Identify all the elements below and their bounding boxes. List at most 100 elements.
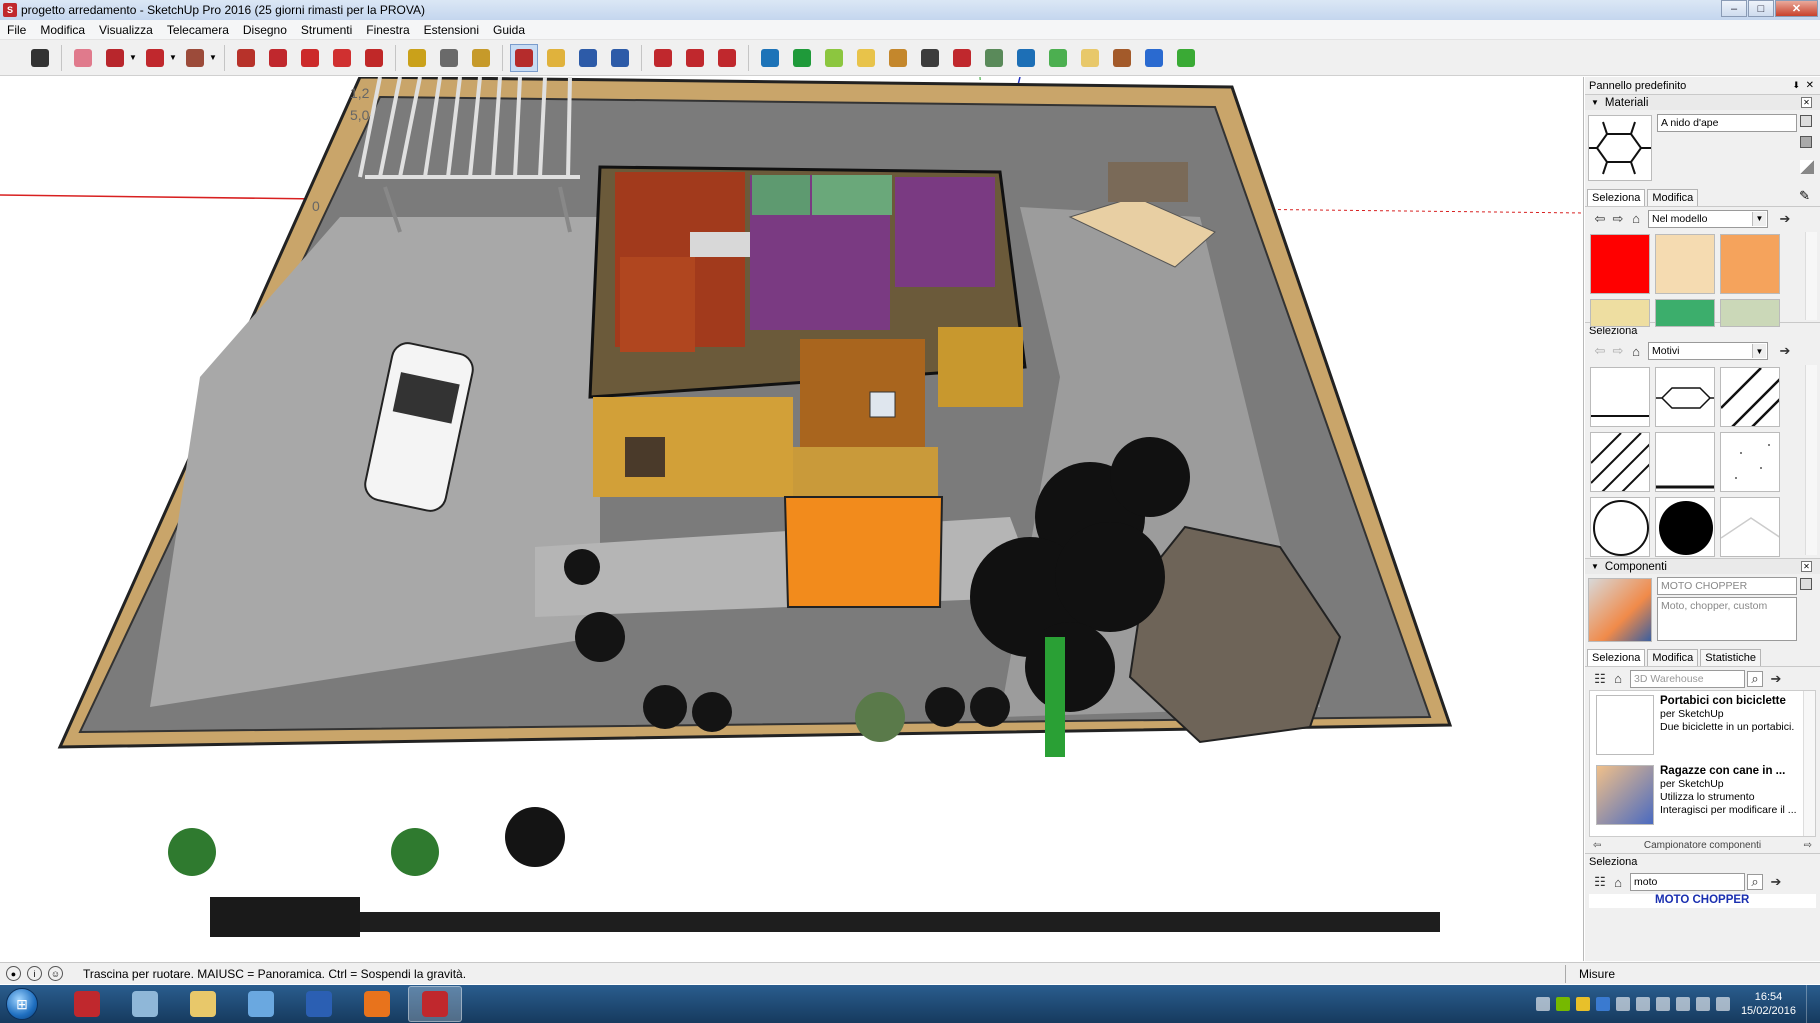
right-arrow-icon[interactable]: ⇨ [1804,840,1812,851]
component-preview[interactable] [1588,578,1652,642]
next-view-tool-button[interactable] [681,44,709,72]
default-material-icon[interactable] [1800,136,1812,148]
flashlight-tool-button[interactable] [916,44,944,72]
material-swatch[interactable] [1720,234,1780,294]
close-button[interactable]: ✕ [1775,0,1818,17]
components-tool-button[interactable] [980,44,1008,72]
info-icon[interactable]: i [27,966,42,981]
network-icon[interactable] [1535,997,1550,1011]
menu-item-visualizza[interactable]: Visualizza [92,23,160,37]
model-viewport[interactable]: 1,2 5,0 0 [0,77,1584,961]
forward-arrow-icon[interactable]: ⇨ [1609,342,1627,360]
sketchup-app-icon[interactable]: S [3,3,17,17]
scale-tool-button[interactable] [360,44,388,72]
clipboard-tool-button[interactable] [852,44,880,72]
component-list-item[interactable]: Ragazze con cane in ... per SketchUp Utili… [1590,761,1815,831]
rotate-tool-button[interactable] [328,44,356,72]
layers-tool-button[interactable] [948,44,976,72]
component-list-item[interactable]: Portabici con biciclette per SketchUp Due … [1590,691,1815,761]
component-sampler-row[interactable]: ⇦ Campionatore componenti ⇨ [1585,837,1820,853]
move-tool-button[interactable] [296,44,324,72]
warehouse-tool-button[interactable] [713,44,741,72]
chevron-down-icon[interactable]: ▼ [209,53,217,62]
swatch-scrollbar[interactable] [1805,232,1817,320]
taskbar-firefox-button[interactable] [350,986,404,1022]
menu-item-guida[interactable]: Guida [486,23,532,37]
material-swatch[interactable] [1655,299,1715,327]
follow-me-tool-button[interactable] [264,44,292,72]
home-icon[interactable]: ⌂ [1627,210,1645,228]
material-swatch[interactable] [1720,299,1780,327]
components-search-input-2[interactable]: moto [1630,873,1745,891]
clock[interactable]: 16:54 15/02/2016 [1741,990,1796,1018]
components-scrollbar[interactable] [1803,691,1815,836]
menu-item-strumenti[interactable]: Strumenti [294,23,359,37]
material-swatch[interactable] [1590,234,1650,294]
maximize-button[interactable]: □ [1748,0,1774,17]
line-tool-button[interactable] [101,44,129,72]
pattern-swatch-honeycomb[interactable] [1655,367,1715,427]
eraser-tool-button[interactable] [69,44,97,72]
component-name-field[interactable]: MOTO CHOPPER [1657,577,1797,595]
arc-tool-button[interactable] [141,44,169,72]
user-icon[interactable]: ☺ [48,966,63,981]
sample-paint-icon[interactable] [1800,160,1814,174]
monitor-icon[interactable] [1655,997,1670,1011]
close-icon[interactable]: ✕ [1806,80,1814,91]
extension-warehouse-tool-button[interactable] [756,44,784,72]
components-search-input[interactable]: 3D Warehouse [1630,669,1745,688]
volume-icon[interactable] [1695,997,1710,1011]
details-arrow-icon[interactable]: ➔ [1767,873,1785,891]
material-preview[interactable] [1588,115,1652,181]
back-arrow-icon[interactable]: ⇦ [1591,342,1609,360]
zoom-tool-button[interactable] [574,44,602,72]
view-options-icon[interactable]: ☷ [1591,670,1609,688]
show-desktop-button[interactable] [1806,985,1820,1023]
material-swatch[interactable] [1590,299,1650,327]
chevron-down-icon[interactable]: ▼ [129,53,137,62]
tab-edit[interactable]: Modifica [1647,189,1699,206]
component-description-field[interactable]: Moto, chopper, custom [1657,597,1797,641]
details-arrow-icon[interactable]: ➔ [1767,670,1785,688]
pattern-swatch-diagonal-wide[interactable] [1590,432,1650,492]
search-result-item[interactable]: MOTO CHOPPER [1589,894,1816,908]
film-tool-button[interactable] [1108,44,1136,72]
menu-item-modifica[interactable]: Modifica [33,23,92,37]
pan-tool-button[interactable] [542,44,570,72]
home-icon[interactable]: ⌂ [1609,873,1627,891]
geolocation-icon[interactable]: ● [6,966,21,981]
styles-tool-button[interactable] [1044,44,1072,72]
nvidia-icon[interactable] [1555,997,1570,1011]
taskbar-acrobat-button[interactable] [60,986,114,1022]
home-icon[interactable]: ⌂ [1627,342,1645,360]
tape-measure-tool-button[interactable] [403,44,431,72]
search-icon[interactable]: ⌕ [1747,670,1763,687]
push-pull-tool-button[interactable] [232,44,260,72]
pattern-swatch-line[interactable] [1590,367,1650,427]
back-arrow-icon[interactable]: ⇦ [1591,210,1609,228]
drive-icon[interactable] [1615,997,1630,1011]
pattern-library-select[interactable]: Motivi ▼ [1648,342,1768,360]
pattern-swatch-diagonal[interactable] [1720,367,1780,427]
close-section-icon[interactable]: ✕ [1801,97,1812,108]
pattern-swatch-chevron[interactable] [1720,497,1780,557]
power-icon[interactable] [1675,997,1690,1011]
pattern-scrollbar[interactable] [1805,365,1817,555]
folder-tool-button[interactable] [1076,44,1104,72]
paint-bucket-tool-button[interactable] [467,44,495,72]
details-arrow-icon[interactable]: ➔ [1776,342,1794,360]
warning-icon[interactable] [1575,997,1590,1011]
materials-library-select[interactable]: Nel modello ▼ [1648,209,1768,228]
material-swatch[interactable] [1655,234,1715,294]
measurements-input[interactable] [1630,965,1815,983]
pattern-swatch-noise[interactable] [1720,432,1780,492]
menu-item-telecamera[interactable]: Telecamera [160,23,236,37]
sandbox-tool-button[interactable] [820,44,848,72]
taskbar-sketchup-button[interactable] [408,986,462,1022]
menu-item-estensioni[interactable]: Estensioni [417,23,486,37]
close-section-icon[interactable]: ✕ [1801,561,1812,572]
taskbar-calculator-button[interactable] [118,986,172,1022]
chevron-down-icon[interactable]: ▼ [169,53,177,62]
tab-select[interactable]: Seleziona [1587,649,1646,666]
tab-edit[interactable]: Modifica [1647,649,1699,666]
